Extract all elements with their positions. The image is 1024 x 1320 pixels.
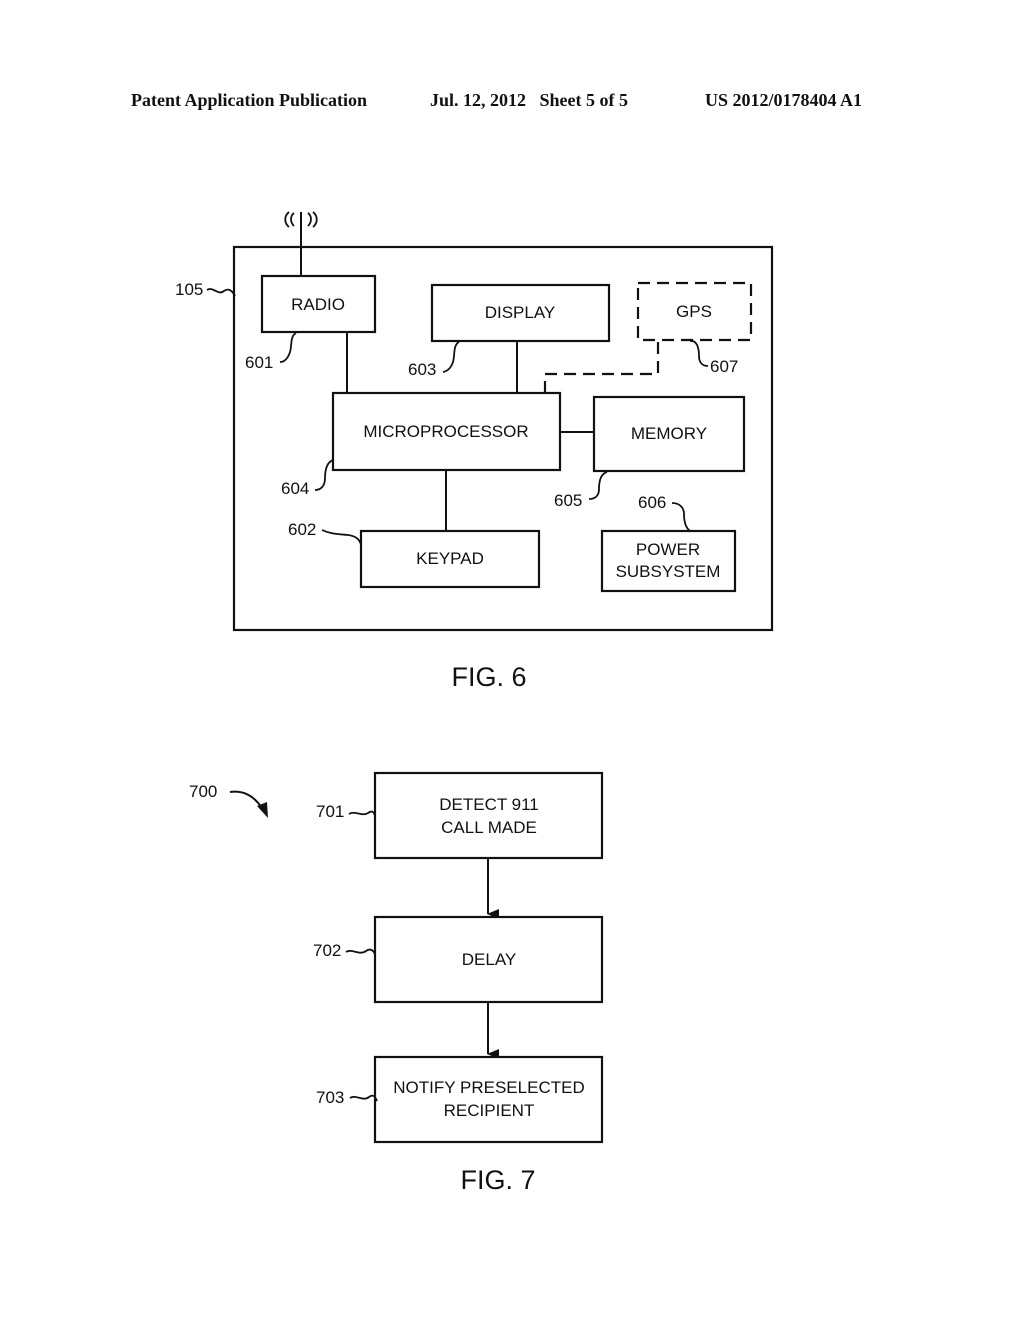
step-703-line1: NOTIFY PRESELECTED	[393, 1078, 584, 1097]
memory-ref: 605	[554, 491, 582, 510]
gps-ref: 607	[710, 357, 738, 376]
radio-label: RADIO	[291, 295, 345, 314]
step-702-leader	[345, 948, 376, 955]
step-703: NOTIFY PRESELECTED RECIPIENT	[373, 1055, 604, 1144]
step-703-line2: RECIPIENT	[444, 1101, 535, 1120]
step-701-line1: DETECT 911	[439, 795, 539, 814]
microprocessor-ref: 604	[281, 479, 309, 498]
step-701-line2: CALL MADE	[441, 818, 537, 837]
fig6-diagram: 105 RADIO 601 DISPLAY 603 GPS 607 MICROP…	[175, 211, 774, 692]
device-ref: 105	[175, 280, 203, 299]
method-arrow-icon	[229, 790, 263, 809]
step-703-leader	[349, 1094, 378, 1102]
keypad-ref: 602	[288, 520, 316, 539]
fig7-caption: FIG. 7	[460, 1165, 535, 1195]
power-ref: 606	[638, 493, 666, 512]
power-label-line2: SUBSYSTEM	[616, 562, 721, 581]
microprocessor-block: MICROPROCESSOR	[331, 391, 562, 472]
step-702: DELAY	[373, 915, 604, 1004]
step-701-ref: 701	[316, 802, 344, 821]
fig7-flowchart: 700 DETECT 911 CALL MADE 701 DELAY 702 N…	[189, 771, 604, 1195]
device-leader	[206, 288, 236, 297]
display-block: DISPLAY	[430, 283, 611, 343]
step-703-ref: 703	[316, 1088, 344, 1107]
display-label: DISPLAY	[485, 303, 556, 322]
power-label-line1: POWER	[636, 540, 700, 559]
keypad-block: KEYPAD	[359, 529, 541, 589]
gps-label: GPS	[676, 302, 712, 321]
memory-label: MEMORY	[631, 424, 707, 443]
power-subsystem-block: POWER SUBSYSTEM	[600, 529, 737, 593]
step-701-leader	[348, 810, 376, 817]
step-702-ref: 702	[313, 941, 341, 960]
display-ref: 603	[408, 360, 436, 379]
step-702-line1: DELAY	[462, 950, 517, 969]
microprocessor-label: MICROPROCESSOR	[363, 422, 528, 441]
method-ref: 700	[189, 782, 217, 801]
radio-ref: 601	[245, 353, 273, 372]
fig6-caption: FIG. 6	[451, 662, 526, 692]
patent-drawing: 105 RADIO 601 DISPLAY 603 GPS 607 MICROP…	[175, 211, 774, 1195]
keypad-label: KEYPAD	[416, 549, 484, 568]
memory-block: MEMORY	[592, 395, 746, 473]
radio-block: RADIO	[260, 274, 377, 334]
step-701: DETECT 911 CALL MADE	[373, 771, 604, 860]
